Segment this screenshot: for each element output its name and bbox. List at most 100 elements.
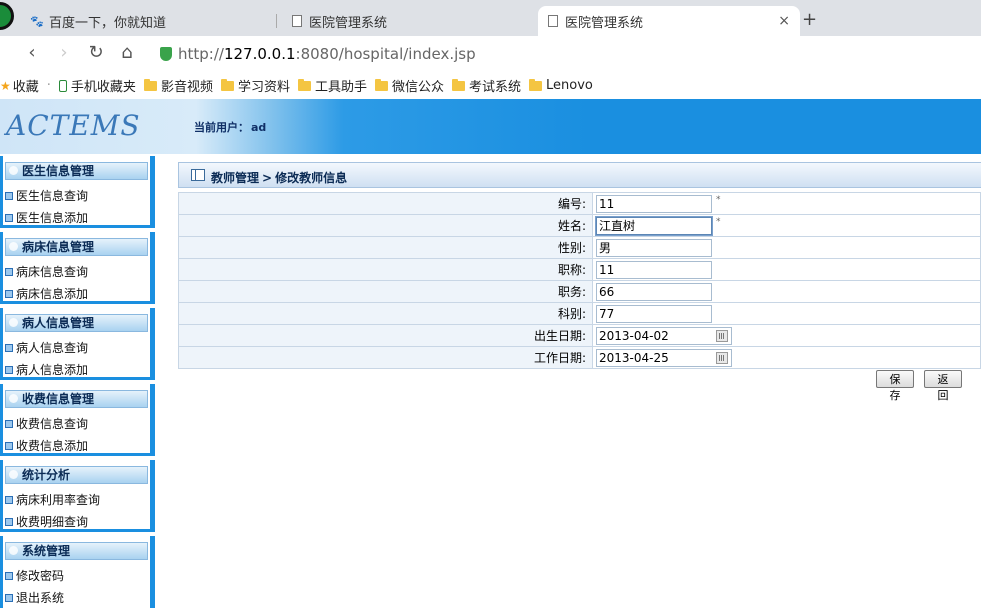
square-bullet-icon	[5, 191, 13, 200]
sidebar-item-logout[interactable]: 退出系统	[5, 589, 64, 606]
sidebar: 医生信息管理 医生信息查询 医生信息添加 病床信息管理 病床信息查询 病床信息添…	[0, 154, 165, 610]
folder-icon	[143, 78, 157, 91]
tab-label: 医院管理系统	[309, 15, 388, 31]
forward-arrow-icon[interactable]: ›	[54, 42, 74, 63]
form-row: 职务:	[178, 280, 981, 303]
sidebar-item-bed-add[interactable]: 病床信息添加	[5, 285, 88, 302]
sidebar-group-title[interactable]: 统计分析	[5, 466, 148, 484]
folder-icon	[374, 78, 388, 91]
square-bullet-icon	[5, 441, 13, 450]
square-bullet-icon	[5, 517, 13, 526]
tab-label: 百度一下，你就知道	[49, 15, 167, 31]
sidebar-item-fee-detail-query[interactable]: 收费明细查询	[5, 513, 88, 530]
calendar-icon[interactable]	[716, 329, 728, 342]
shield-icon	[160, 47, 172, 61]
sidebar-group-title[interactable]: 病床信息管理	[5, 238, 148, 256]
breadcrumb-item: 教师管理	[211, 171, 260, 185]
sidebar-item-patient-add[interactable]: 病人信息添加	[5, 361, 88, 378]
sidebar-group-title[interactable]: 收费信息管理	[5, 390, 148, 408]
sidebar-group-title[interactable]: 系统管理	[5, 542, 148, 560]
back-arrow-icon[interactable]: ‹	[22, 42, 42, 63]
sidebar-item-doctor-add[interactable]: 医生信息添加	[5, 209, 88, 226]
field-label: 工作日期:	[178, 346, 593, 369]
current-user-name: ad	[251, 121, 267, 134]
sidebar-item-bed-usage-query[interactable]: 病床利用率查询	[5, 491, 100, 508]
bookmark-folder[interactable]: 工具助手	[297, 76, 367, 95]
sidebar-item-doctor-query[interactable]: 医生信息查询	[5, 187, 88, 204]
tab-divider	[276, 14, 277, 28]
app-logo: ACTEMS	[6, 109, 141, 142]
square-bullet-icon	[5, 495, 13, 504]
name-input[interactable]	[595, 215, 713, 236]
sidebar-group-doctor: 医生信息管理 医生信息查询 医生信息添加	[0, 156, 160, 228]
sidebar-item-bed-query[interactable]: 病床信息查询	[5, 263, 88, 280]
sidebar-group-bed: 病床信息管理 病床信息查询 病床信息添加	[0, 232, 160, 304]
url-host: 127.0.0.1	[223, 45, 296, 63]
close-tab-icon[interactable]: ×	[778, 13, 790, 29]
current-user-label: 当前用户：	[194, 121, 249, 134]
bookmark-folder[interactable]: 微信公众	[374, 76, 444, 95]
form-row: 姓名: *	[178, 214, 981, 237]
folder-icon	[220, 78, 234, 91]
square-bullet-icon	[5, 267, 13, 276]
gender-input[interactable]	[596, 238, 712, 257]
doc-icon	[548, 15, 558, 27]
bookmark-folder[interactable]: Lenovo	[529, 78, 593, 93]
bookmark-folder[interactable]: 学习资料	[220, 76, 290, 95]
bookmark-mobile[interactable]: 手机收藏夹	[58, 76, 136, 95]
field-label: 职务:	[178, 280, 593, 303]
sidebar-group-title[interactable]: 医生信息管理	[5, 162, 148, 180]
reload-icon[interactable]: ↻	[86, 42, 106, 63]
url-field[interactable]: http:// 127.0.0.1 :8080/hospital/index.j…	[160, 44, 476, 64]
tab-hospital-1[interactable]: 医院管理系统	[282, 6, 532, 36]
sidebar-group-stats: 统计分析 病床利用率查询 收费明细查询	[0, 460, 160, 532]
tab-baidu[interactable]: 🐾 百度一下，你就知道	[22, 6, 277, 36]
field-label: 科别:	[178, 302, 593, 325]
field-label: 性别:	[178, 236, 593, 259]
bookmark-folder[interactable]: 影音视频	[143, 76, 213, 95]
square-bullet-icon	[5, 289, 13, 298]
sidebar-group-system: 系统管理 修改密码 退出系统	[0, 536, 160, 608]
teacher-edit-form: 编号: * 姓名: * 性别: 职称: 职务:	[178, 192, 981, 369]
sidebar-group-title[interactable]: 病人信息管理	[5, 314, 148, 332]
field-label: 出生日期:	[178, 324, 593, 347]
square-bullet-icon	[5, 343, 13, 352]
work-date-input[interactable]	[596, 348, 732, 367]
save-button[interactable]: 保 存	[876, 370, 914, 402]
title-input[interactable]	[596, 260, 712, 279]
bookmark-favorites[interactable]: ★ 收藏 ·	[0, 76, 51, 95]
browser-tab-bar: 🐾 百度一下，你就知道 医院管理系统 医院管理系统 × +	[0, 0, 981, 36]
sidebar-item-change-password[interactable]: 修改密码	[5, 567, 64, 584]
bookmarks-bar: ★ 收藏 · 手机收藏夹 影音视频 学习资料 工具助手 微信公众 考试系统 Le…	[0, 72, 981, 99]
tab-label: 医院管理系统	[565, 15, 644, 31]
calendar-icon[interactable]	[716, 351, 728, 364]
department-input[interactable]	[596, 304, 712, 323]
main-content: 教师管理>修改教师信息 编号: * 姓名: * 性别: 职称:	[178, 162, 981, 602]
breadcrumb: 教师管理 > 修改教师信息	[178, 162, 981, 188]
form-row: 编号: *	[178, 192, 981, 215]
home-icon[interactable]: ⌂	[117, 42, 137, 63]
phone-icon	[58, 79, 67, 92]
sidebar-item-fee-query[interactable]: 收费信息查询	[5, 415, 88, 432]
field-label: 职称:	[178, 258, 593, 281]
back-button[interactable]: 返 回	[924, 370, 962, 402]
sidebar-group-patient: 病人信息管理 病人信息查询 病人信息添加	[0, 308, 160, 380]
bookmark-folder[interactable]: 考试系统	[452, 76, 521, 95]
new-tab-button[interactable]: +	[802, 9, 817, 30]
browser-logo-icon	[0, 2, 14, 30]
folder-icon	[529, 78, 543, 91]
breadcrumb-current: 修改教师信息	[275, 171, 348, 185]
sidebar-item-patient-query[interactable]: 病人信息查询	[5, 339, 88, 356]
form-row: 职称:	[178, 258, 981, 281]
square-bullet-icon	[5, 213, 13, 222]
birth-date-input[interactable]	[596, 326, 732, 345]
folder-icon	[297, 78, 311, 91]
sidebar-item-fee-add[interactable]: 收费信息添加	[5, 437, 88, 454]
app-header: ACTEMS 当前用户： ad	[0, 99, 981, 154]
square-bullet-icon	[5, 365, 13, 374]
folder-icon	[452, 78, 465, 91]
position-input[interactable]	[596, 282, 712, 301]
field-label: 姓名:	[178, 214, 593, 237]
id-input[interactable]	[596, 194, 712, 213]
tab-hospital-active[interactable]: 医院管理系统 ×	[538, 6, 800, 36]
